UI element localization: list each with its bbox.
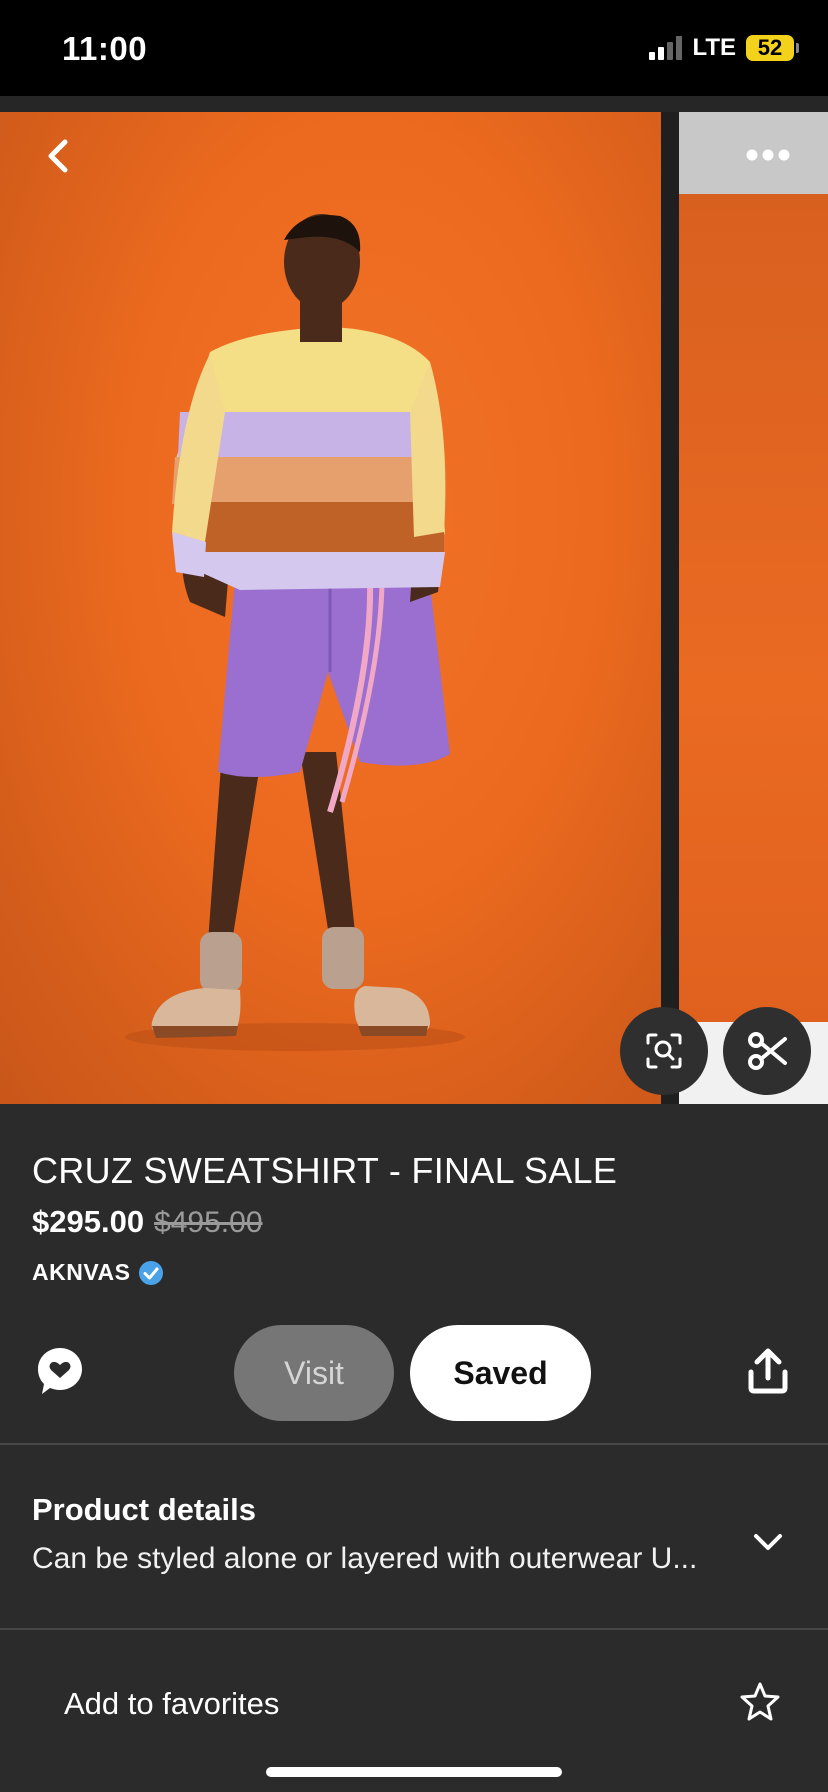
price-row: $295.00 $495.00 [32, 1204, 263, 1240]
saved-button[interactable]: Saved [410, 1325, 591, 1421]
product-details-title: Product details [32, 1492, 256, 1527]
scissors-icon [748, 1032, 787, 1070]
divider-line [0, 1443, 828, 1445]
add-to-favorites-label: Add to favorites [64, 1686, 280, 1721]
verified-check-icon [139, 1260, 164, 1285]
add-to-favorites-row[interactable]: Add to favorites [0, 1630, 828, 1780]
chevron-down-icon[interactable] [748, 1522, 788, 1562]
home-indicator [266, 1767, 562, 1777]
status-time: 11:00 [62, 30, 148, 67]
crop-button[interactable] [723, 1007, 811, 1095]
sale-price: $295.00 [32, 1204, 145, 1239]
product-details-text: Can be styled alone or layered with oute… [32, 1542, 698, 1575]
signal-icon [649, 36, 683, 60]
visit-button[interactable]: Visit [234, 1325, 394, 1421]
share-button[interactable] [742, 1343, 794, 1399]
more-options-button[interactable] [730, 130, 806, 180]
top-strip [0, 96, 828, 112]
product-image[interactable] [0, 112, 661, 1104]
original-price: $495.00 [154, 1206, 263, 1239]
status-bar: 11:00 LTE 52 [0, 0, 828, 96]
more-options-icon [746, 149, 790, 161]
visual-search-button[interactable] [620, 1007, 708, 1095]
status-indicators: LTE 52 [649, 34, 799, 62]
back-arrow-icon [48, 139, 68, 173]
share-icon [748, 1348, 788, 1394]
brand-name[interactable]: AKNVAS [32, 1259, 130, 1286]
comment-button[interactable] [34, 1345, 86, 1397]
visual-search-icon [646, 1033, 682, 1069]
battery-icon: 52 [746, 35, 799, 61]
network-type: LTE [692, 34, 736, 61]
brand-row[interactable]: AKNVAS [32, 1259, 164, 1286]
model-photo [125, 214, 465, 1051]
product-details-section[interactable]: Product details Can be styled alone or l… [0, 1446, 828, 1628]
back-button[interactable] [30, 120, 86, 192]
comment-bubble-icon [38, 1348, 82, 1394]
next-image-body [679, 194, 828, 1022]
action-bar: Visit Saved [0, 1325, 828, 1421]
next-product-image[interactable] [679, 112, 828, 1104]
carousel-divider [661, 112, 679, 1104]
product-title: CRUZ SWEATSHIRT - FINAL SALE [32, 1150, 618, 1191]
battery-level: 52 [757, 35, 783, 60]
star-outline-icon[interactable] [738, 1680, 782, 1724]
